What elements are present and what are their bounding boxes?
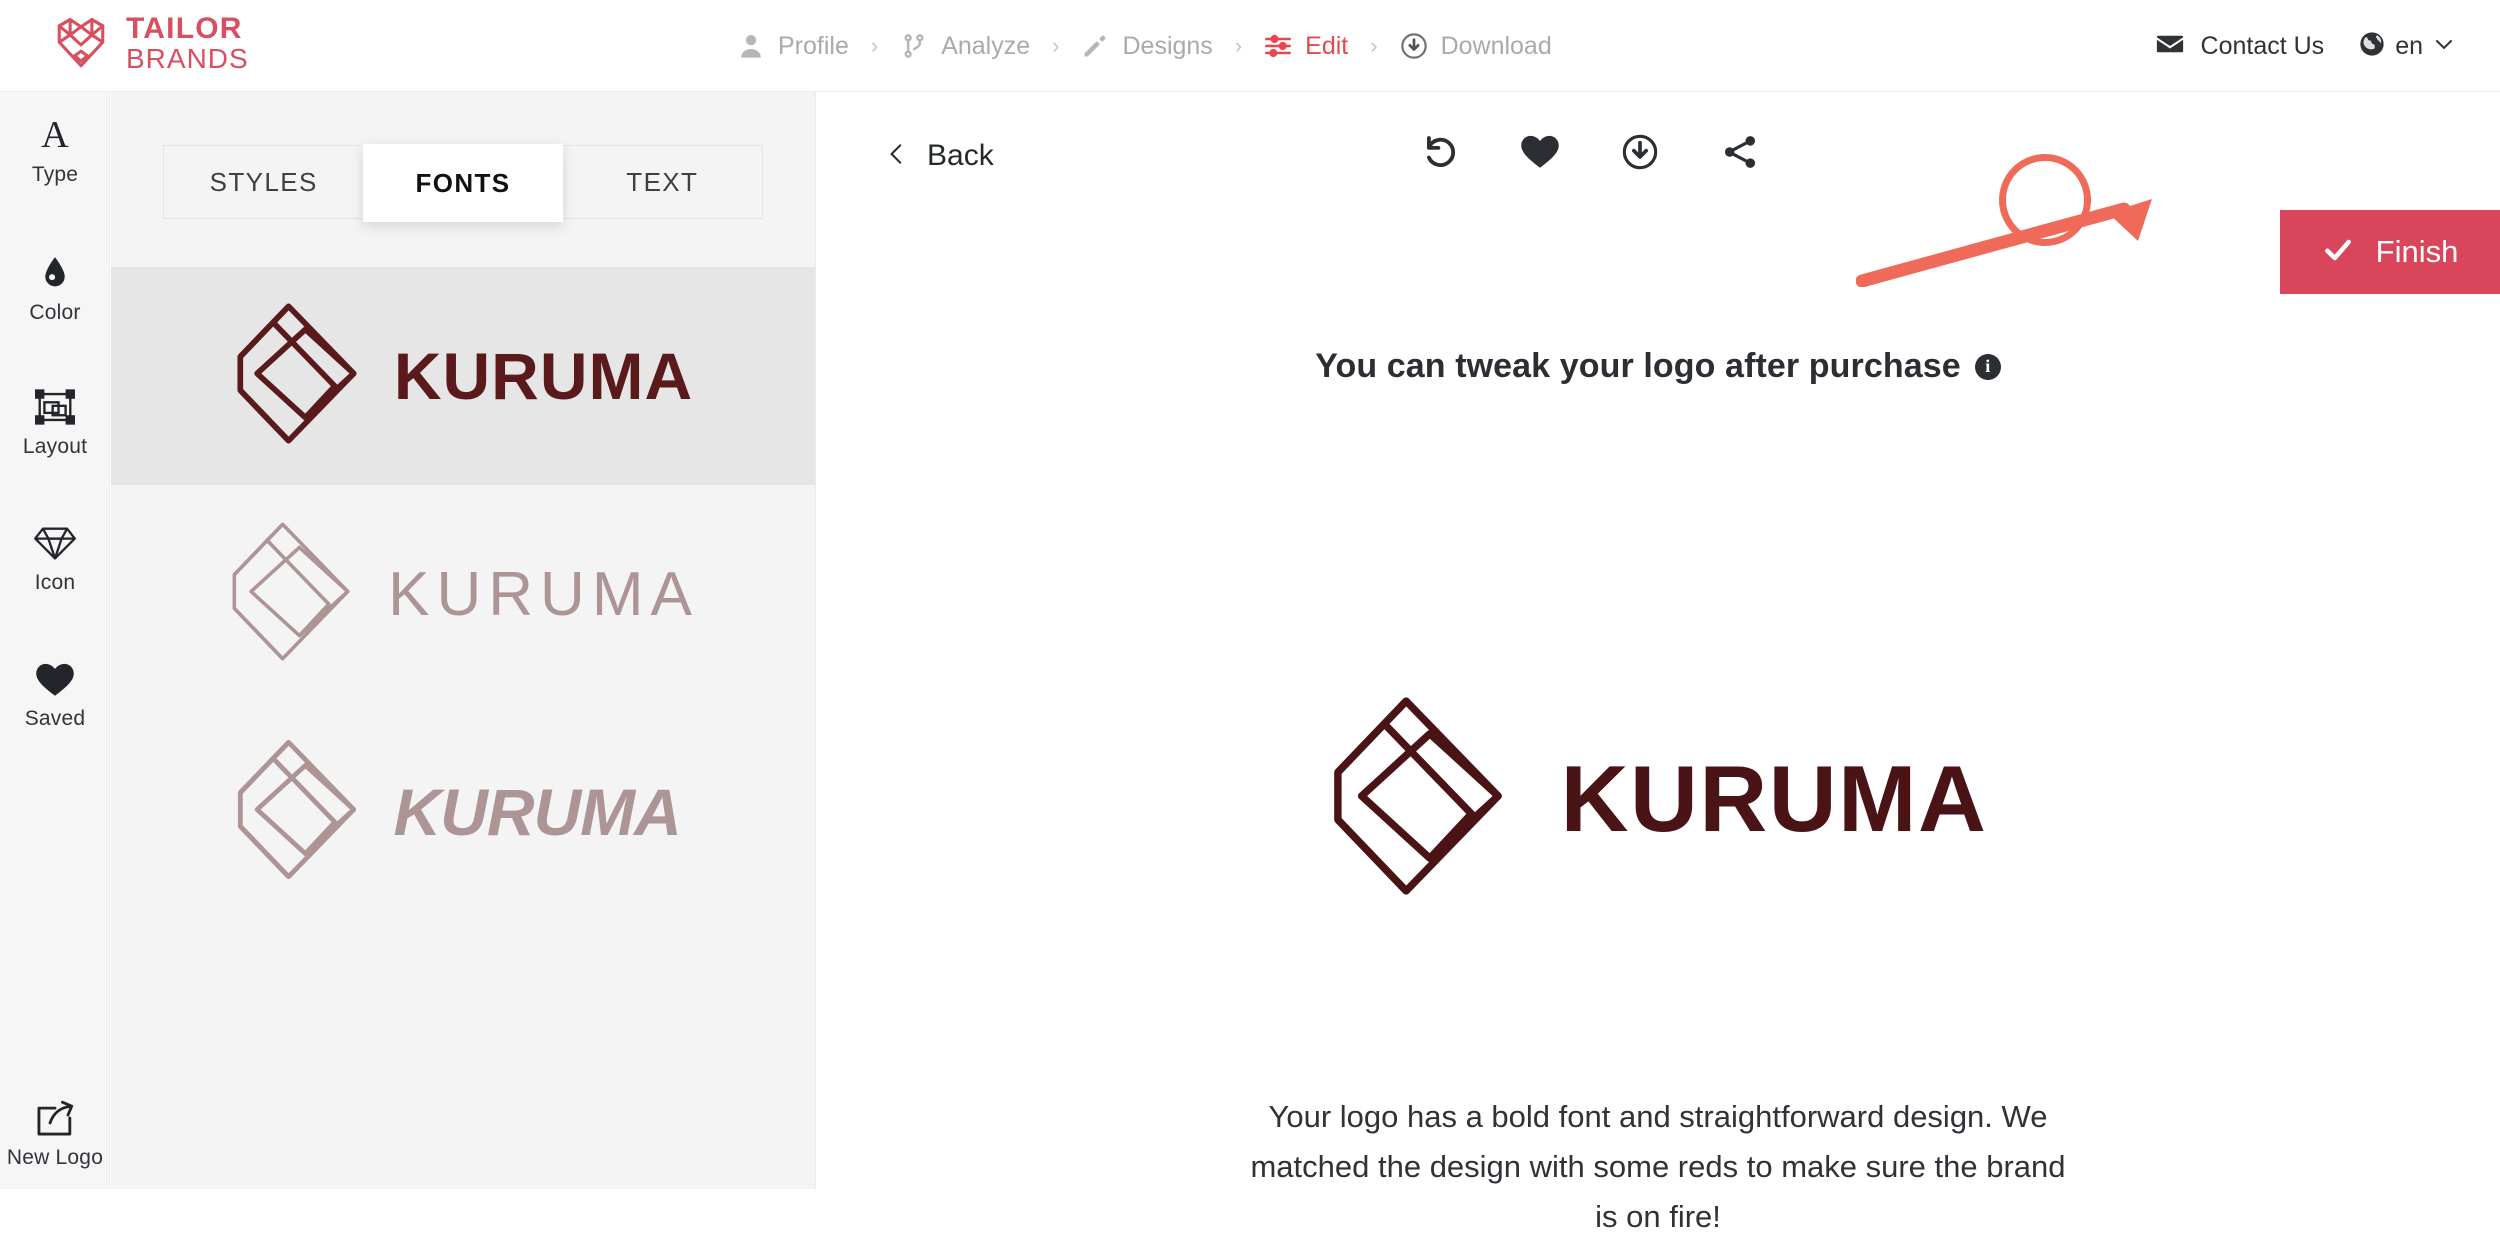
- share-nodes-icon: [1721, 133, 1759, 176]
- logo-description: Your logo has a bold font and straightfo…: [1250, 1099, 2066, 1235]
- tailor-brands-logo[interactable]: TAILOR BRANDS: [52, 12, 249, 74]
- check-icon: [2322, 234, 2354, 271]
- step-label-download: Download: [1440, 31, 1552, 60]
- person-icon: [737, 32, 765, 60]
- interlocking-diamond-icon: [234, 736, 360, 888]
- rail-item-saved[interactable]: Saved: [0, 658, 110, 731]
- language-selector[interactable]: en: [2358, 30, 2456, 63]
- tab-fonts[interactable]: FONTS: [363, 144, 563, 222]
- interlocking-diamond-icon: [228, 518, 354, 670]
- branch-icon: [900, 32, 928, 60]
- panel-tabs-wrap: STYLES FONTS TEXT: [163, 144, 763, 222]
- interlocking-diamond-icon: [234, 300, 360, 452]
- step-label-profile: Profile: [778, 31, 849, 60]
- annotation-highlight-circle: [1999, 154, 2091, 246]
- heart-icon: [35, 658, 75, 700]
- new-window-arrow-icon: [34, 1097, 76, 1139]
- step-designs[interactable]: Designs: [1079, 32, 1214, 61]
- step-label-analyze: Analyze: [941, 31, 1031, 60]
- font-variant-list: KURUMA KURUMA KURUMA: [111, 267, 815, 921]
- rail-item-icon[interactable]: Icon: [0, 522, 110, 595]
- chevron-down-icon: [2432, 32, 2456, 61]
- font-variant-text: KURUMA: [393, 775, 682, 849]
- interlocking-diamond-icon: [1329, 692, 1507, 905]
- logo-preview: KURUMA: [816, 692, 2500, 905]
- canvas-toolbar: [1416, 130, 1764, 178]
- header-right-group: Contact Us en: [2155, 0, 2456, 92]
- breadcrumb-separator-1: ›: [870, 33, 879, 58]
- step-edit[interactable]: Edit: [1262, 32, 1350, 61]
- rail-item-type[interactable]: A Type: [0, 114, 110, 187]
- language-label: en: [2395, 31, 2423, 60]
- undo-arrow-icon: [1421, 133, 1459, 176]
- serif-a-icon: A: [35, 114, 75, 156]
- breadcrumb-separator-2: ›: [1052, 33, 1060, 58]
- font-variant-option[interactable]: KURUMA: [111, 267, 815, 485]
- step-label-edit: Edit: [1305, 31, 1349, 60]
- step-analyze[interactable]: Analyze: [898, 32, 1032, 61]
- font-variant-option[interactable]: KURUMA: [111, 703, 815, 921]
- breadcrumb-separator-4: ›: [1370, 33, 1378, 58]
- rail-item-layout[interactable]: Layout: [0, 386, 110, 459]
- step-label-designs: Designs: [1122, 31, 1213, 60]
- tweak-message: You can tweak your logo after purchase: [1315, 347, 1961, 385]
- favorite-button[interactable]: [1516, 130, 1564, 178]
- rail-label-color: Color: [29, 301, 81, 324]
- breadcrumb: Profile › Analyze › Designs › Edit › Dow…: [735, 0, 1554, 92]
- rail-label-saved: Saved: [24, 707, 86, 730]
- info-icon[interactable]: i: [1974, 353, 2001, 380]
- left-tool-rail: A Type Color Layout Icon Saved New Logo: [0, 92, 110, 1189]
- undo-button[interactable]: [1416, 130, 1464, 178]
- rail-label-icon: Icon: [34, 571, 76, 594]
- step-download[interactable]: Download: [1398, 32, 1554, 61]
- contact-us-label: Contact Us: [2200, 31, 2325, 60]
- rail-item-color[interactable]: Color: [0, 252, 110, 325]
- rail-label-layout: Layout: [22, 435, 88, 458]
- envelope-icon: [2155, 29, 2185, 64]
- heart-filled-icon: [1520, 134, 1560, 174]
- font-variant-option[interactable]: KURUMA: [111, 485, 815, 703]
- font-variant-text: KURUMA: [393, 339, 694, 413]
- share-button[interactable]: [1716, 130, 1764, 178]
- pencil-icon: [1081, 32, 1109, 60]
- step-profile[interactable]: Profile: [735, 32, 851, 61]
- back-button[interactable]: Back: [884, 139, 994, 173]
- svg-text:A: A: [41, 115, 69, 155]
- sliders-icon: [1264, 32, 1292, 60]
- chevron-left-icon: [884, 141, 910, 172]
- rail-item-new-logo[interactable]: New Logo: [0, 1097, 110, 1170]
- tab-text[interactable]: TEXT: [563, 146, 762, 218]
- finish-button[interactable]: Finish: [2280, 210, 2500, 294]
- contact-us-button[interactable]: Contact Us: [2155, 29, 2325, 64]
- transform-box-icon: [35, 386, 75, 428]
- download-circle-icon: [1400, 32, 1428, 60]
- droplet-icon: [40, 252, 70, 294]
- finish-label: Finish: [2375, 234, 2459, 269]
- globe-icon: [2358, 30, 2386, 63]
- tab-styles[interactable]: STYLES: [164, 146, 363, 218]
- breadcrumb-separator-3: ›: [1234, 33, 1243, 58]
- download-circle-icon: [1620, 132, 1660, 177]
- rail-label-type: Type: [31, 163, 79, 186]
- fonts-panel: STYLES FONTS TEXT KURUMA KURUMA KURUMA: [111, 92, 816, 1189]
- logo-wordmark: KURUMA: [1560, 745, 1988, 851]
- brand-line-tailor: TAILOR: [126, 12, 243, 45]
- annotation-arrow: [1855, 197, 2196, 288]
- tailor-brands-heart-shield-icon: [52, 15, 110, 73]
- font-variant-text: KURUMA: [388, 559, 699, 629]
- brand-line-brands: BRANDS: [126, 42, 249, 74]
- back-label: Back: [927, 139, 994, 172]
- rail-label-new-logo: New Logo: [6, 1146, 104, 1169]
- brand-wordmark: TAILOR BRANDS: [126, 12, 249, 74]
- gem-icon: [33, 522, 77, 564]
- panel-tabs: STYLES FONTS TEXT: [163, 144, 763, 222]
- logo-canvas: Back You can tweak your logo after purch…: [816, 92, 2500, 1234]
- download-button[interactable]: [1616, 130, 1664, 178]
- tweak-message-row: You can tweak your logo after purchase i: [816, 347, 2500, 386]
- top-header: TAILOR BRANDS Profile › Analyze › Design…: [0, 0, 2500, 92]
